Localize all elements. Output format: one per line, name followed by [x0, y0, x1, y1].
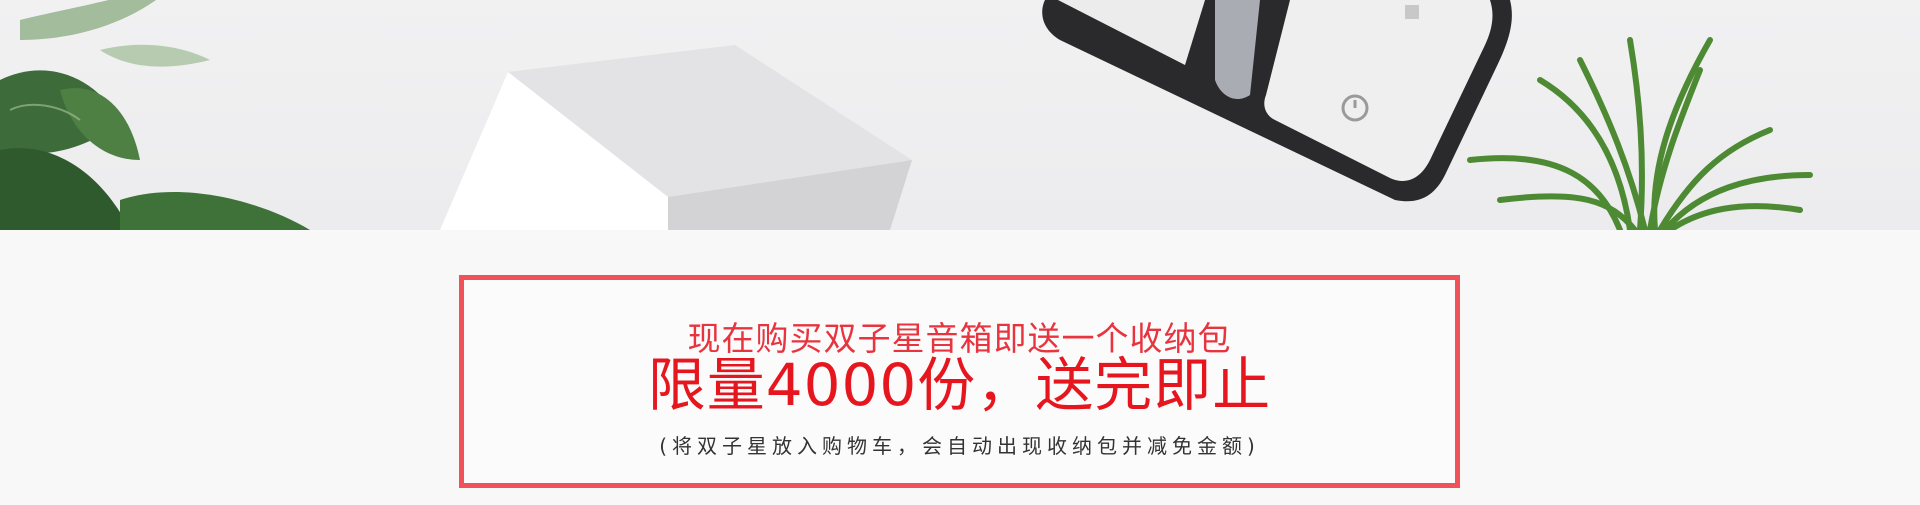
hero-banner: [0, 0, 1920, 230]
promo-banner[interactable]: 现在购买双子星音箱即送一个收纳包 限量4000份，送完即止 (将双子星放入购物车…: [459, 275, 1460, 488]
podium-cube-image: [440, 45, 912, 230]
left-plant-image: [0, 0, 310, 230]
right-plant-image: [1467, 37, 1813, 230]
promo-note: (将双子星放入购物车，会自动出现收纳包并减免金额): [659, 434, 1260, 458]
speaker-case-image: [1042, 0, 1512, 202]
promo-limit-text: 限量4000份，送完即止: [647, 351, 1272, 419]
hero-illustration: [0, 0, 1813, 230]
qr-code-icon: [1405, 5, 1419, 19]
